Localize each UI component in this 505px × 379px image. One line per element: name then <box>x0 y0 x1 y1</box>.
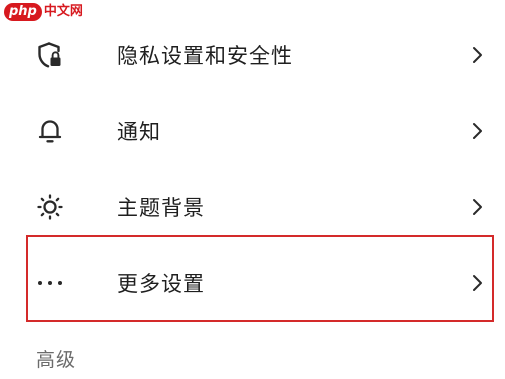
more-dots-icon <box>35 268 65 298</box>
bell-icon <box>35 116 65 146</box>
settings-item-theme[interactable]: 主题背景 <box>0 169 505 245</box>
settings-item-notifications[interactable]: 通知 <box>0 93 505 169</box>
shield-lock-icon <box>35 40 65 70</box>
settings-item-privacy-security[interactable]: 隐私设置和安全性 <box>0 17 505 93</box>
chevron-right-icon <box>469 273 485 293</box>
settings-item-label: 主题背景 <box>117 196 205 220</box>
settings-item-label: 隐私设置和安全性 <box>117 44 293 68</box>
chevron-right-icon <box>469 121 485 141</box>
chevron-right-icon <box>469 197 485 217</box>
chevron-right-icon <box>469 45 485 65</box>
settings-item-label: 更多设置 <box>117 272 205 296</box>
settings-item-label: 通知 <box>117 120 161 144</box>
settings-page: php 中文网 隐私设置和安全性 通知 主题背景 更多设置 高级 <box>0 0 505 379</box>
settings-item-more-settings[interactable]: 更多设置 <box>0 245 505 321</box>
sun-icon <box>35 192 65 222</box>
section-header-advanced: 高级 <box>36 349 77 371</box>
